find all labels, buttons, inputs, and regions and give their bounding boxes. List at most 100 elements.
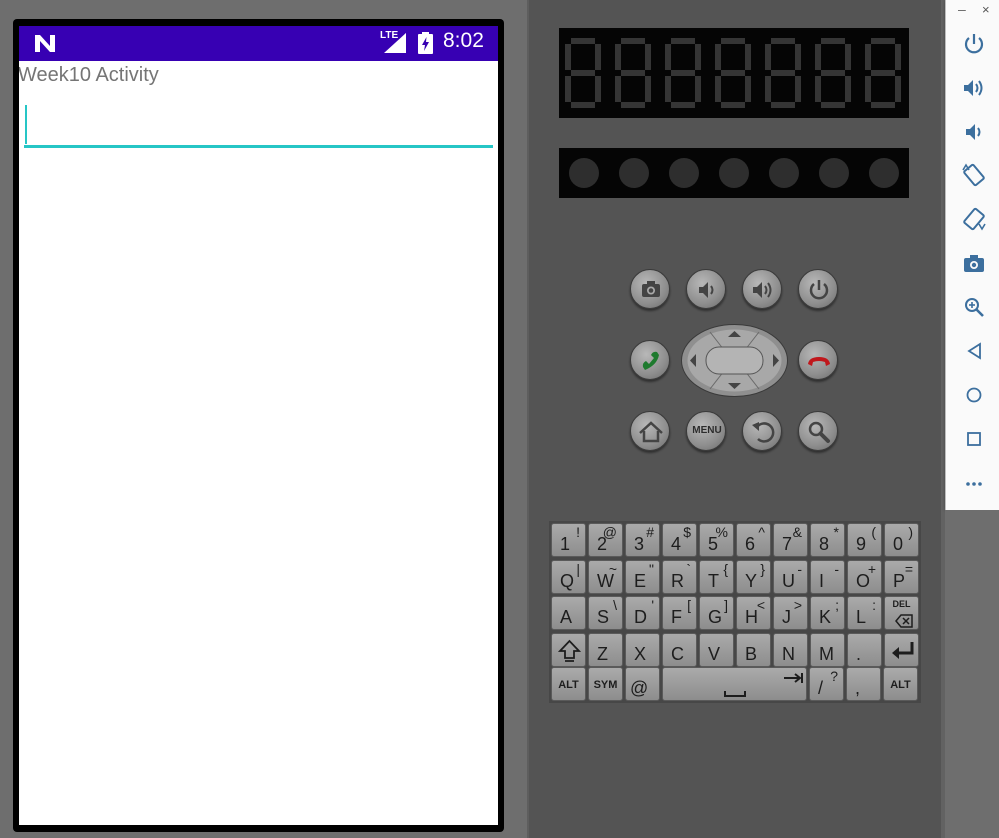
key-q[interactable]: Q | bbox=[551, 559, 586, 594]
key-enter[interactable] bbox=[884, 632, 919, 667]
key-alt-label: ' bbox=[651, 597, 654, 613]
key-alt-label: ( bbox=[871, 524, 876, 540]
overview-icon bbox=[967, 432, 981, 446]
key-y[interactable]: Y} bbox=[736, 559, 771, 594]
key-k[interactable]: K; bbox=[810, 596, 845, 630]
key-1[interactable]: 1! bbox=[551, 523, 586, 557]
key-label: / bbox=[818, 678, 824, 698]
key-9[interactable]: 9( bbox=[847, 523, 882, 557]
key-m[interactable]: M bbox=[810, 632, 845, 667]
home-button[interactable] bbox=[630, 411, 670, 451]
key-p[interactable]: P = bbox=[884, 559, 919, 594]
key-l[interactable]: L: bbox=[847, 596, 882, 630]
key-label: U bbox=[782, 570, 795, 591]
key-label: 4 bbox=[671, 534, 682, 554]
key-d[interactable]: D ' bbox=[625, 596, 660, 630]
backspace-icon bbox=[895, 614, 913, 628]
sidebar-volume-down-button[interactable] bbox=[960, 118, 988, 146]
device-screen[interactable]: LTE 8:02 Week10 Activity bbox=[19, 26, 498, 825]
key-comma[interactable]: , bbox=[846, 667, 881, 701]
call-button[interactable] bbox=[630, 340, 670, 380]
segment bbox=[765, 76, 771, 102]
key-f[interactable]: F[ bbox=[662, 596, 697, 630]
key-label: D bbox=[634, 607, 647, 627]
dpad[interactable] bbox=[680, 323, 789, 398]
volume-down-button[interactable] bbox=[686, 269, 726, 309]
key-alt-label: # bbox=[646, 524, 654, 540]
sidebar-home-button[interactable] bbox=[960, 381, 988, 409]
key-z[interactable]: Z bbox=[588, 632, 623, 667]
key-3[interactable]: 3 # bbox=[625, 523, 660, 557]
key-label: ALT bbox=[890, 679, 911, 691]
key-0[interactable]: 0) bbox=[884, 523, 919, 557]
key-alt-right[interactable]: ALT bbox=[883, 667, 918, 701]
key-h[interactable]: H < bbox=[736, 596, 771, 630]
segment bbox=[595, 76, 601, 102]
key-c[interactable]: C bbox=[662, 632, 697, 667]
key-5[interactable]: 5% bbox=[699, 523, 734, 557]
key-v[interactable]: V bbox=[699, 632, 734, 667]
key-r[interactable]: R ` bbox=[662, 559, 697, 594]
key-alt-label: + bbox=[867, 560, 876, 577]
segment bbox=[715, 44, 721, 70]
key-u[interactable]: U- bbox=[773, 559, 808, 594]
volume-up-button[interactable] bbox=[742, 269, 782, 309]
key-delete[interactable]: DEL bbox=[884, 596, 919, 630]
search-icon bbox=[808, 421, 830, 443]
key-label: 6 bbox=[745, 534, 756, 554]
key-t[interactable]: T{ bbox=[699, 559, 734, 594]
segment bbox=[621, 102, 645, 108]
key-j[interactable]: J > bbox=[773, 596, 808, 630]
key-alt-left[interactable]: ALT bbox=[551, 667, 586, 701]
key-6[interactable]: 6 ^ bbox=[736, 523, 771, 557]
key-period[interactable]: . bbox=[847, 632, 882, 667]
minimize-button[interactable]: – bbox=[958, 1, 966, 17]
key-slash[interactable]: / ? bbox=[809, 667, 844, 701]
key-x[interactable]: X bbox=[625, 632, 660, 667]
key-o[interactable]: O + bbox=[847, 559, 882, 594]
power-icon bbox=[809, 280, 829, 300]
search-button[interactable] bbox=[798, 411, 838, 451]
segment bbox=[865, 44, 871, 70]
segment bbox=[815, 76, 821, 102]
volume-up-icon bbox=[753, 282, 772, 298]
text-input[interactable] bbox=[24, 105, 493, 148]
end-call-button[interactable] bbox=[798, 340, 838, 380]
key-sym[interactable]: SYM bbox=[588, 667, 623, 701]
key-w[interactable]: W ~ bbox=[588, 559, 623, 594]
key-e[interactable]: E " bbox=[625, 559, 660, 594]
key-2[interactable]: 2 @ bbox=[588, 523, 623, 557]
key-at[interactable]: @ bbox=[625, 667, 660, 701]
menu-button[interactable]: MENU bbox=[686, 411, 726, 451]
battery-charging-icon bbox=[418, 32, 433, 54]
sidebar-back-button[interactable] bbox=[960, 337, 988, 365]
sidebar-power-button[interactable] bbox=[960, 30, 988, 58]
key-i[interactable]: I- bbox=[810, 559, 845, 594]
key-n[interactable]: N bbox=[773, 632, 808, 667]
sidebar-screenshot-button[interactable] bbox=[960, 249, 988, 277]
key-8[interactable]: 8 * bbox=[810, 523, 845, 557]
key-4[interactable]: 4 $ bbox=[662, 523, 697, 557]
sidebar-more-button[interactable] bbox=[960, 469, 988, 497]
camera-button[interactable] bbox=[630, 269, 670, 309]
sidebar-volume-up-button[interactable] bbox=[960, 74, 988, 102]
sidebar-rotate-left-button[interactable] bbox=[960, 161, 988, 189]
sidebar-rotate-right-button[interactable] bbox=[960, 205, 988, 233]
close-button[interactable]: × bbox=[982, 2, 990, 17]
segment bbox=[865, 76, 871, 102]
segment bbox=[695, 76, 701, 102]
key-alt-label: ^ bbox=[758, 524, 765, 540]
key-s[interactable]: S \ bbox=[588, 596, 623, 630]
key-space[interactable] bbox=[662, 667, 807, 701]
key-label: 0 bbox=[893, 534, 904, 554]
key-7[interactable]: 7 & bbox=[773, 523, 808, 557]
segment bbox=[721, 102, 745, 108]
key-b[interactable]: B bbox=[736, 632, 771, 667]
key-shift[interactable] bbox=[551, 632, 586, 667]
back-button[interactable] bbox=[742, 411, 782, 451]
key-a[interactable]: A bbox=[551, 596, 586, 630]
key-g[interactable]: G] bbox=[699, 596, 734, 630]
sidebar-overview-button[interactable] bbox=[960, 425, 988, 453]
sidebar-zoom-button[interactable] bbox=[960, 293, 988, 321]
power-button[interactable] bbox=[798, 269, 838, 309]
